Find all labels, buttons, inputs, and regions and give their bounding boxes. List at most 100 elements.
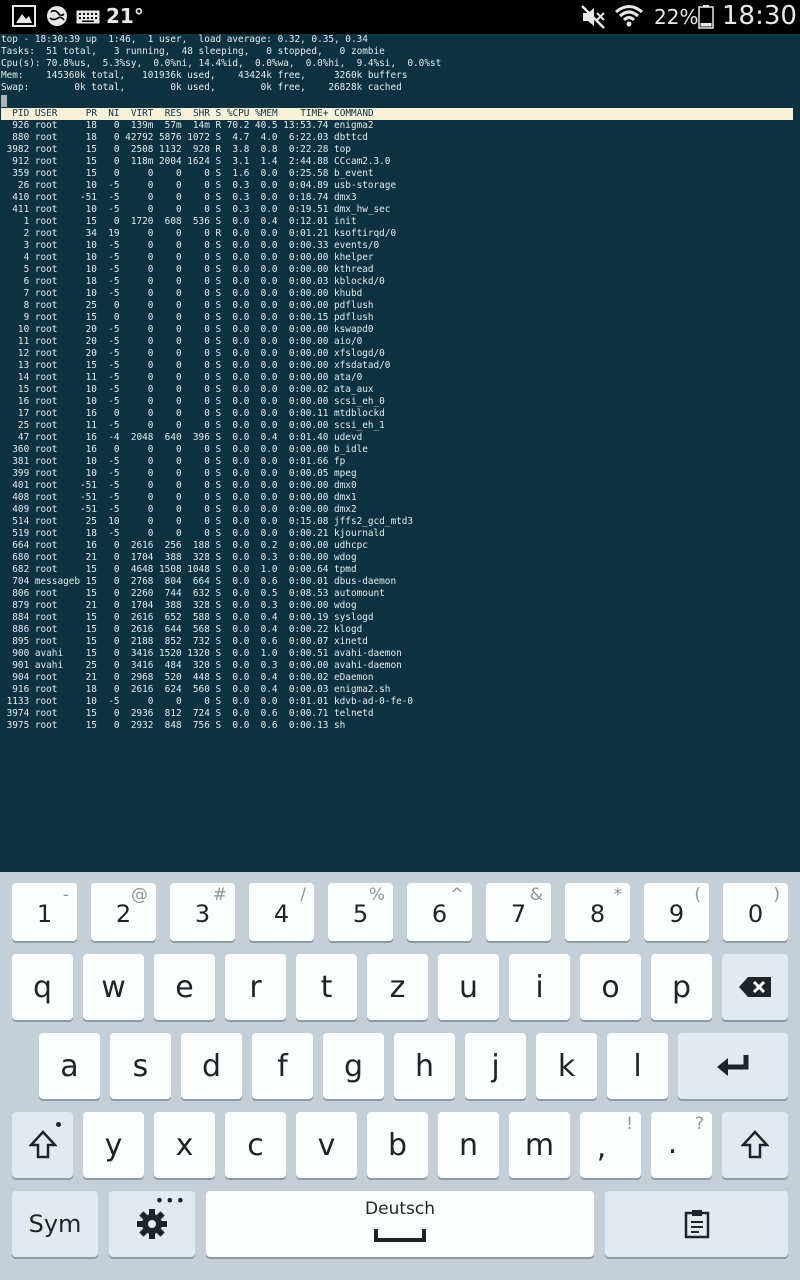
process-list: 926 root 18 0 139m 57m 14m R 70.2 40.5 1… bbox=[1, 120, 800, 732]
backspace-key[interactable] bbox=[722, 954, 788, 1020]
process-row: 411 root 10 -5 0 0 0 S 0.3 0.0 0:19.51 d… bbox=[1, 204, 391, 215]
process-row: 14 root 11 -5 0 0 0 S 0.0 0.0 0:00.00 at… bbox=[1, 372, 363, 383]
backspace-icon bbox=[739, 977, 771, 997]
shift-key-right[interactable] bbox=[722, 1112, 788, 1178]
key-label: p bbox=[671, 970, 692, 1005]
key-g[interactable]: g bbox=[323, 1033, 384, 1099]
key-e[interactable]: e bbox=[154, 954, 215, 1020]
key-label: q bbox=[32, 970, 53, 1005]
key-h[interactable]: h bbox=[394, 1033, 455, 1099]
key-5[interactable]: 5% bbox=[328, 883, 393, 941]
column-header-shr: SHR bbox=[181, 108, 210, 119]
key-m[interactable]: m bbox=[509, 1112, 570, 1178]
process-row: 514 root 25 10 0 0 0 S 0.0 0.0 0:15.08 j… bbox=[1, 516, 414, 527]
key-label: x bbox=[175, 1128, 194, 1163]
process-row: 12 root 20 -5 0 0 0 S 0.0 0.0 0:00.00 xf… bbox=[1, 348, 385, 359]
key-label: d bbox=[201, 1049, 222, 1084]
process-row: 884 root 15 0 2616 652 588 S 0.0 0.4 0:0… bbox=[1, 612, 374, 623]
key-period[interactable]: .? bbox=[651, 1112, 712, 1178]
process-row: 519 root 18 -5 0 0 0 S 0.0 0.0 0:00.21 k… bbox=[1, 528, 385, 539]
key-p[interactable]: p bbox=[651, 954, 712, 1020]
key-4[interactable]: 4/ bbox=[249, 883, 314, 941]
process-row: 6 root 18 -5 0 0 0 S 0.0 0.0 0:00.03 kbl… bbox=[1, 276, 385, 287]
key-b[interactable]: b bbox=[367, 1112, 428, 1178]
key-comma[interactable]: ,! bbox=[580, 1112, 641, 1178]
key-z[interactable]: z bbox=[367, 954, 428, 1020]
key-secondary-label: % bbox=[368, 885, 385, 905]
key-u[interactable]: u bbox=[438, 954, 499, 1020]
column-header-res: RES bbox=[153, 108, 182, 119]
key-a[interactable]: a bbox=[39, 1033, 100, 1099]
key-f[interactable]: f bbox=[252, 1033, 313, 1099]
enter-key[interactable] bbox=[678, 1033, 788, 1099]
process-row: 4 root 10 -5 0 0 0 S 0.0 0.0 0:00.00 khe… bbox=[1, 252, 374, 263]
key-j[interactable]: j bbox=[465, 1033, 526, 1099]
process-row: 399 root 10 -5 0 0 0 S 0.0 0.0 0:00.05 m… bbox=[1, 468, 357, 479]
key-o[interactable]: o bbox=[580, 954, 641, 1020]
key-label: h bbox=[414, 1049, 434, 1084]
key-9[interactable]: 9( bbox=[644, 883, 709, 941]
key-label: w bbox=[101, 970, 126, 1005]
onscreen-keyboard: 1-2 @3 #4/5% 6 ^ 7 & 8 * 9(0) q w e r t z u i o p a s d f g h j k l y… bbox=[0, 872, 800, 1280]
key-i[interactable]: i bbox=[509, 954, 570, 1020]
battery-icon bbox=[698, 5, 714, 29]
space-key[interactable]: Deutsch bbox=[206, 1191, 594, 1257]
key-secondary-label: & bbox=[529, 885, 543, 905]
key-6[interactable]: 6 ^ bbox=[407, 883, 472, 941]
key-c[interactable]: c bbox=[225, 1112, 286, 1178]
terminal-view[interactable]: top - 18:30:39 up 1:46, 1 user, load ave… bbox=[0, 34, 800, 872]
key-label: r bbox=[249, 970, 262, 1005]
key-l[interactable]: l bbox=[607, 1033, 668, 1099]
process-row: 9 root 15 0 0 0 0 S 0.0 0.0 0:00.15 pdfl… bbox=[1, 312, 374, 323]
key-secondary-label: @ bbox=[131, 885, 148, 905]
key-8[interactable]: 8 * bbox=[565, 883, 630, 941]
column-header-virt: VIRT bbox=[119, 108, 154, 119]
key-0[interactable]: 0) bbox=[723, 883, 788, 941]
key-secondary-label: ? bbox=[694, 1114, 704, 1134]
swap-line: Swap: 0k total, 0k used, 0k free, 26828k… bbox=[1, 82, 402, 93]
key-secondary-label: / bbox=[300, 885, 306, 905]
key-t[interactable]: t bbox=[296, 954, 357, 1020]
key-secondary-label: ) bbox=[773, 885, 780, 905]
sym-key[interactable]: Sym bbox=[12, 1191, 98, 1257]
process-row: 901 avahi 25 0 3416 484 320 S 0.0 0.3 0:… bbox=[1, 660, 402, 671]
process-row: 3 root 10 -5 0 0 0 S 0.0 0.0 0:00.33 eve… bbox=[1, 240, 380, 251]
key-w[interactable]: w bbox=[83, 954, 144, 1020]
key-y[interactable]: y bbox=[83, 1112, 144, 1178]
key-s[interactable]: s bbox=[110, 1033, 171, 1099]
shift-key-left[interactable] bbox=[12, 1112, 73, 1178]
process-row: 47 root 16 -4 2048 640 396 S 0.0 0.4 0:0… bbox=[1, 432, 363, 443]
keyboard-icon bbox=[76, 10, 100, 24]
process-row: 682 root 15 0 4648 1508 1048 S 0.0 1.0 0… bbox=[1, 564, 357, 575]
column-header-command: COMMAND bbox=[328, 108, 374, 119]
clipboard-key[interactable] bbox=[605, 1191, 788, 1257]
column-header-pid: PID bbox=[1, 108, 30, 119]
key-3[interactable]: 3 # bbox=[170, 883, 235, 941]
process-row: 5 root 10 -5 0 0 0 S 0.0 0.0 0:00.00 kth… bbox=[1, 264, 374, 275]
shift-indicator-dot bbox=[56, 1122, 61, 1127]
key-2[interactable]: 2 @ bbox=[91, 883, 156, 941]
process-row: 25 root 11 -5 0 0 0 S 0.0 0.0 0:00.00 sc… bbox=[1, 420, 385, 431]
key-secondary-label: ( bbox=[694, 885, 701, 905]
key-label: s bbox=[132, 1049, 149, 1084]
key-q[interactable]: q bbox=[12, 954, 73, 1020]
settings-key[interactable]: ••• bbox=[109, 1191, 195, 1257]
key-label: o bbox=[601, 970, 620, 1005]
column-header-cpu: %CPU bbox=[221, 108, 250, 119]
key-x[interactable]: x bbox=[154, 1112, 215, 1178]
key-7[interactable]: 7 & bbox=[486, 883, 551, 941]
key-d[interactable]: d bbox=[181, 1033, 242, 1099]
key-r[interactable]: r bbox=[225, 954, 286, 1020]
process-row: 26 root 10 -5 0 0 0 S 0.3 0.0 0:04.89 us… bbox=[1, 180, 397, 191]
process-row: 680 root 21 0 1704 388 328 S 0.0 0.3 0:0… bbox=[1, 552, 357, 563]
mem-line: Mem: 145360k total, 101936k used, 43424k… bbox=[1, 70, 408, 81]
key-secondary-label: ! bbox=[626, 1114, 633, 1134]
key-k[interactable]: k bbox=[536, 1033, 597, 1099]
key-label: Sym bbox=[28, 1210, 82, 1238]
shift-icon bbox=[741, 1130, 769, 1159]
key-1[interactable]: 1- bbox=[12, 883, 77, 941]
key-n[interactable]: n bbox=[438, 1112, 499, 1178]
key-v[interactable]: v bbox=[296, 1112, 357, 1178]
process-row: 410 root -51 -5 0 0 0 S 0.3 0.0 0:18.74 … bbox=[1, 192, 357, 203]
key-label: g bbox=[343, 1049, 364, 1084]
